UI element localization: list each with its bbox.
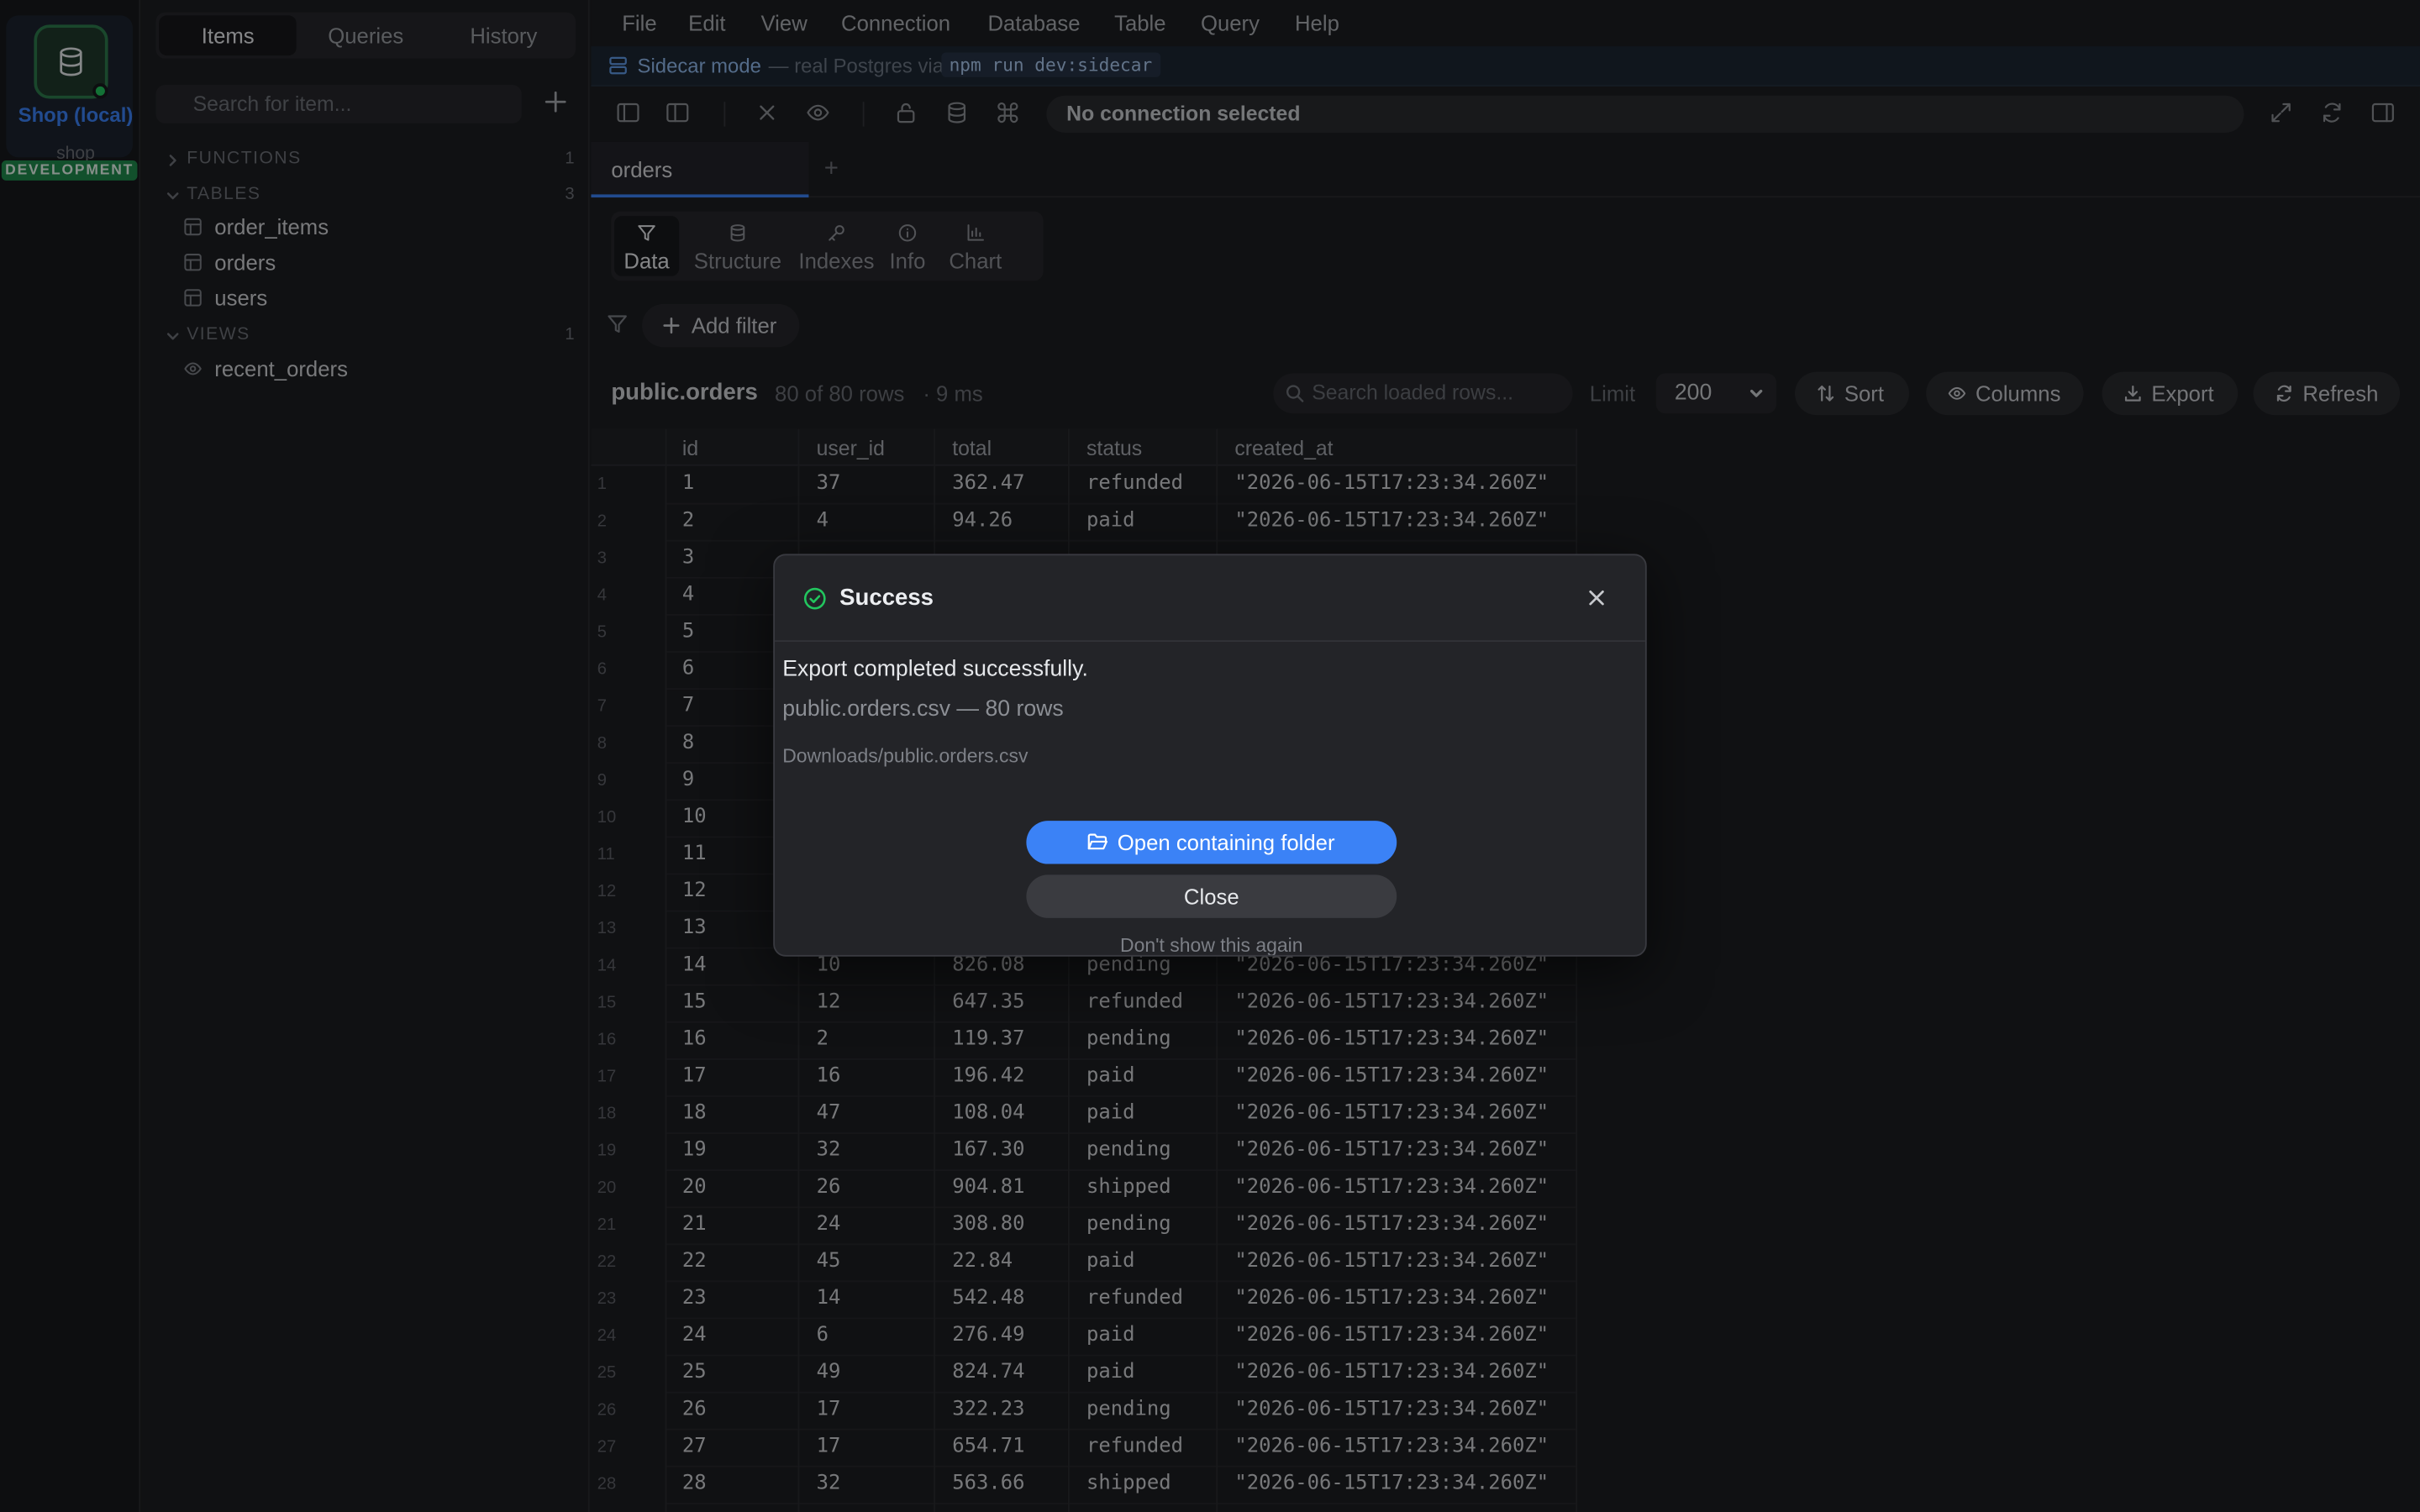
close-button[interactable]: Close [1026, 874, 1397, 918]
dialog-header: Success [775, 555, 1645, 643]
dialog-file-path: Downloads/public.orders.csv [782, 745, 1028, 767]
dont-show-again-link[interactable]: Don't show this again [1026, 935, 1397, 955]
open-folder-label: Open containing folder [1117, 830, 1335, 855]
check-circle-icon [802, 586, 827, 611]
dialog-file-info: public.orders.csv — 80 rows [782, 697, 1064, 722]
dialog-message: Export completed successfully. [782, 657, 1088, 682]
open-folder-button[interactable]: Open containing folder [1026, 821, 1397, 864]
dialog-title: Success [839, 585, 934, 612]
folder-open-icon [1086, 832, 1108, 853]
close-icon[interactable] [1585, 586, 1608, 610]
app-window: Shop (local) shop DEVELOPMENT Items Quer… [0, 0, 2420, 1512]
success-dialog: Success Export completed successfully. p… [773, 554, 1647, 957]
